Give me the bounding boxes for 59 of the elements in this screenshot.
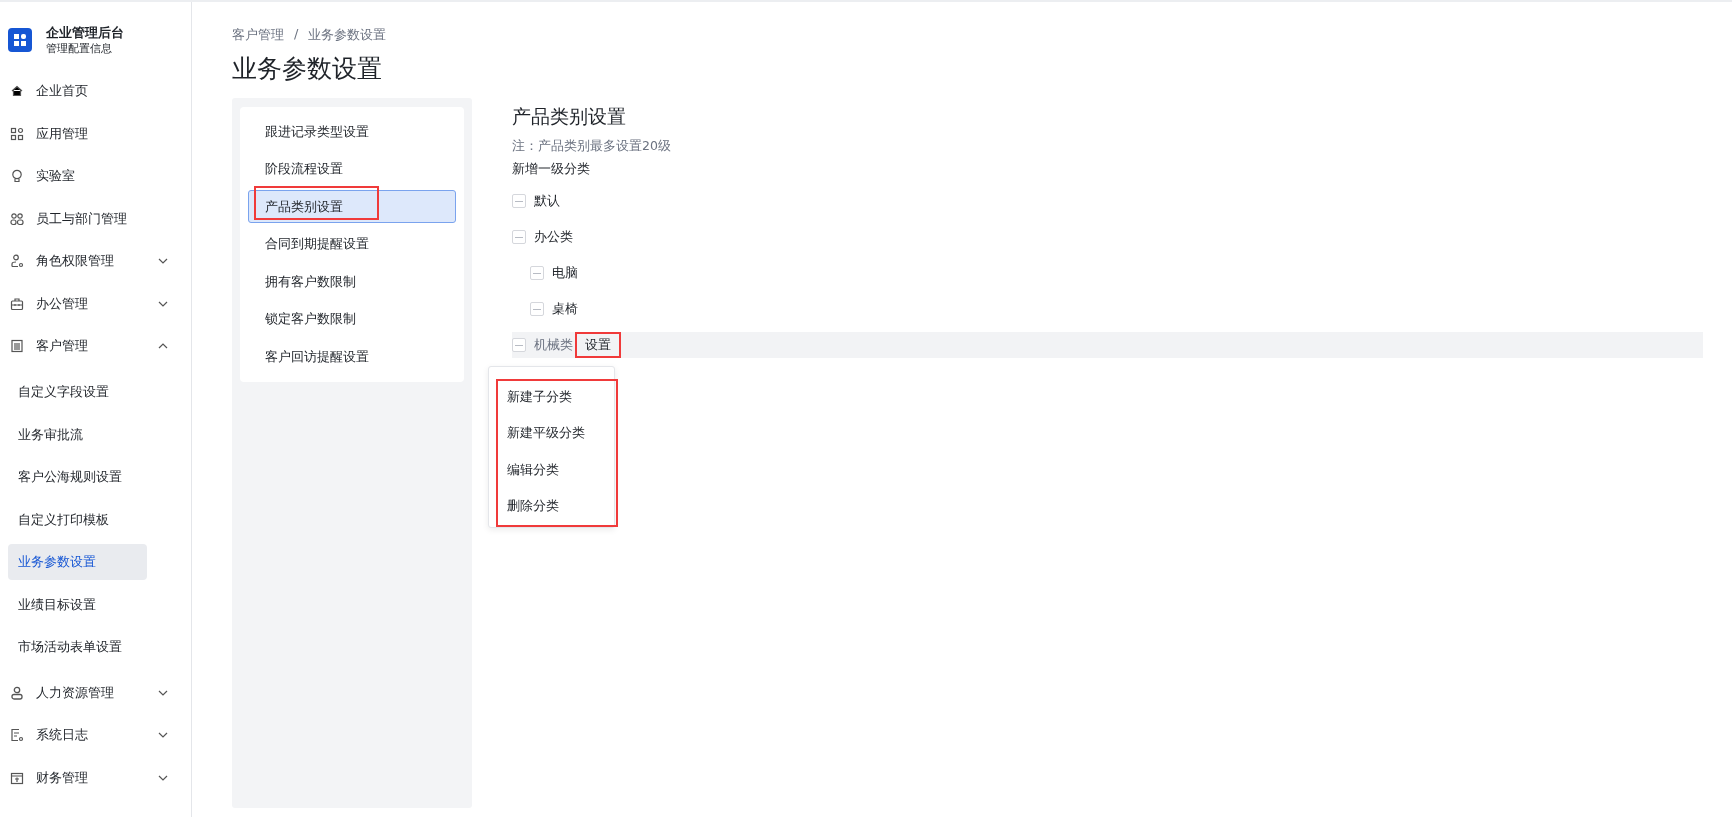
- sidebar-subitem[interactable]: 业务审批流: [8, 416, 147, 453]
- sidebar-item[interactable]: 人力资源管理: [8, 671, 183, 714]
- settings-nav-item[interactable]: 客户回访提醒设置: [248, 340, 456, 374]
- collapse-icon[interactable]: [512, 230, 526, 244]
- sidebar-item[interactable]: 应用管理: [8, 112, 183, 155]
- sidebar-subitem[interactable]: 自定义打印模板: [8, 501, 147, 538]
- menu-item-icon: [10, 84, 24, 99]
- menu-item-icon: [10, 728, 24, 743]
- settings-nav-item[interactable]: 阶段流程设置: [248, 152, 456, 186]
- menu-item[interactable]: 删除分类: [489, 488, 614, 525]
- sidebar-subitem[interactable]: 自定义字段设置: [8, 374, 147, 410]
- sidebar-item[interactable]: 企业首页: [8, 70, 183, 113]
- menu-item-icon: [10, 126, 24, 141]
- menu-item-icon: [10, 339, 24, 354]
- sidebar-item[interactable]: 财务管理: [8, 756, 183, 799]
- sidebar-subitem[interactable]: 客户公海规则设置: [8, 459, 147, 495]
- menu-item[interactable]: 新建平级分类: [489, 415, 614, 452]
- settings-nav-item[interactable]: 跟进记录类型设置: [248, 115, 456, 149]
- add-category-link[interactable]: 新增一级分类: [512, 161, 590, 178]
- sidebar-item[interactable]: 客户管理: [8, 325, 183, 368]
- settings-button[interactable]: 设置: [575, 332, 621, 358]
- menu-item-icon: [10, 254, 24, 269]
- tree-label: 默认: [534, 192, 560, 210]
- section-title: 产品类别设置: [512, 104, 627, 128]
- sidebar-subitem[interactable]: 业务参数设置: [8, 544, 147, 580]
- tree-label: 机械类: [534, 336, 573, 354]
- breadcrumb-item: /: [294, 26, 299, 43]
- settings-nav-item[interactable]: 拥有客户数限制: [248, 265, 456, 299]
- breadcrumb-item: 客户管理: [232, 26, 284, 44]
- tree-label: 电脑: [552, 264, 578, 282]
- logo-icon: [8, 28, 32, 52]
- app-title: 企业管理后台: [46, 24, 124, 41]
- collapse-icon[interactable]: [530, 266, 544, 280]
- collapse-icon[interactable]: [530, 302, 544, 316]
- sidebar-item[interactable]: 实验室: [8, 155, 183, 198]
- tree-label: 办公类: [534, 228, 573, 246]
- sidebar-item[interactable]: 角色权限管理: [8, 240, 183, 283]
- app-subtitle: 管理配置信息: [46, 41, 113, 56]
- sidebar-item[interactable]: 系统日志: [8, 714, 183, 757]
- tree-label: 桌椅: [552, 300, 578, 318]
- settings-nav-item[interactable]: 合同到期提醒设置: [248, 227, 456, 261]
- sidebar-subitem[interactable]: 市场活动表单设置: [8, 629, 147, 665]
- settings-nav-item[interactable]: 锁定客户数限制: [248, 302, 456, 336]
- menu-item-icon: [10, 770, 24, 785]
- page-title: 业务参数设置: [232, 54, 383, 84]
- breadcrumb-item: 业务参数设置: [308, 26, 387, 44]
- note-text: 注：产品类别最多设置20级: [512, 138, 672, 155]
- settings-nav-item[interactable]: 产品类别设置: [248, 190, 456, 224]
- menu-item-icon: [10, 211, 24, 226]
- sidebar-item[interactable]: 员工与部门管理: [8, 197, 183, 240]
- sidebar-subitem[interactable]: 业绩目标设置: [8, 586, 147, 623]
- menu-item-icon: [10, 685, 24, 700]
- menu-item[interactable]: 编辑分类: [489, 452, 614, 489]
- sidebar-item[interactable]: 办公管理: [8, 282, 183, 325]
- menu-item-icon: [10, 296, 24, 311]
- menu-item[interactable]: 新建子分类: [489, 379, 614, 416]
- collapse-icon[interactable]: [512, 338, 526, 352]
- collapse-icon[interactable]: [512, 194, 526, 208]
- menu-item-icon: [10, 169, 24, 184]
